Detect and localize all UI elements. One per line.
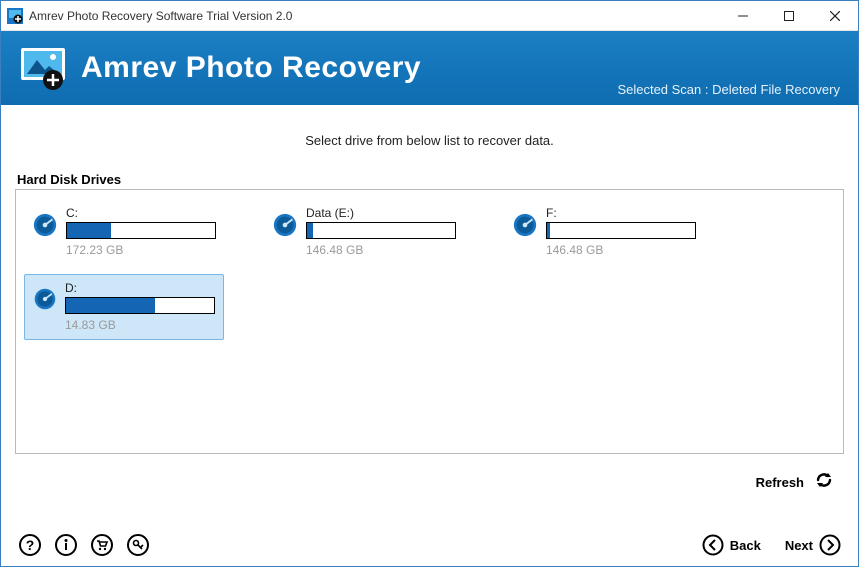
disk-icon: [272, 212, 298, 240]
app-logo-icon: [19, 44, 67, 92]
refresh-icon[interactable]: [814, 470, 834, 495]
app-title: Amrev Photo Recovery: [81, 51, 421, 85]
cart-icon[interactable]: [90, 533, 114, 557]
drive-item[interactable]: Data (E:) 146.48 GB: [264, 200, 464, 266]
instruction-text: Select drive from below list to recover …: [1, 105, 858, 172]
drive-size: 14.83 GB: [65, 318, 215, 332]
minimize-button[interactable]: [720, 1, 766, 31]
drive-info: C: 172.23 GB: [66, 206, 216, 257]
drive-label: Data (E:): [306, 206, 456, 220]
drive-label: C:: [66, 206, 216, 220]
drive-usage-bar: [65, 297, 215, 314]
help-icon[interactable]: ?: [18, 533, 42, 557]
drive-size: 146.48 GB: [546, 243, 696, 257]
info-icon[interactable]: [54, 533, 78, 557]
drive-info: D: 14.83 GB: [65, 281, 215, 332]
maximize-button[interactable]: [766, 1, 812, 31]
drive-label: F:: [546, 206, 696, 220]
key-icon[interactable]: [126, 533, 150, 557]
drive-size: 172.23 GB: [66, 243, 216, 257]
next-button[interactable]: Next: [785, 534, 841, 556]
footer: ? Back Next: [0, 523, 859, 567]
disk-icon: [32, 212, 58, 240]
drive-usage-bar: [546, 222, 696, 239]
drive-info: F: 146.48 GB: [546, 206, 696, 257]
drive-usage-bar: [66, 222, 216, 239]
nav-buttons: Back Next: [702, 534, 841, 556]
panel-title: Hard Disk Drives: [15, 172, 844, 187]
titlebar: Amrev Photo Recovery Software Trial Vers…: [1, 1, 858, 31]
drives-panel: Hard Disk Drives C: 172.23 GB: [15, 172, 844, 454]
chevron-right-icon: [819, 534, 841, 556]
drive-size: 146.48 GB: [306, 243, 456, 257]
app-header: Amrev Photo Recovery Selected Scan : Del…: [1, 31, 858, 105]
refresh-button[interactable]: Refresh: [756, 475, 804, 490]
drive-item[interactable]: F: 146.48 GB: [504, 200, 704, 266]
window-title: Amrev Photo Recovery Software Trial Vers…: [29, 9, 720, 23]
back-label: Back: [730, 538, 761, 553]
disk-icon: [512, 212, 538, 240]
chevron-left-icon: [702, 534, 724, 556]
drive-usage-bar: [306, 222, 456, 239]
back-button[interactable]: Back: [702, 534, 761, 556]
next-label: Next: [785, 538, 813, 553]
disk-icon: [33, 287, 57, 315]
drive-item[interactable]: C: 172.23 GB: [24, 200, 224, 266]
drive-item[interactable]: D: 14.83 GB: [24, 274, 224, 340]
refresh-row: Refresh: [1, 454, 858, 495]
selected-scan-label: Selected Scan : Deleted File Recovery: [617, 82, 840, 97]
drive-label: D:: [65, 281, 215, 295]
app-icon: [7, 8, 23, 24]
drive-info: Data (E:) 146.48 GB: [306, 206, 456, 257]
close-button[interactable]: [812, 1, 858, 31]
drive-list: C: 172.23 GB Data (E:) 146.48 GB: [15, 189, 844, 454]
svg-text:?: ?: [26, 537, 35, 553]
